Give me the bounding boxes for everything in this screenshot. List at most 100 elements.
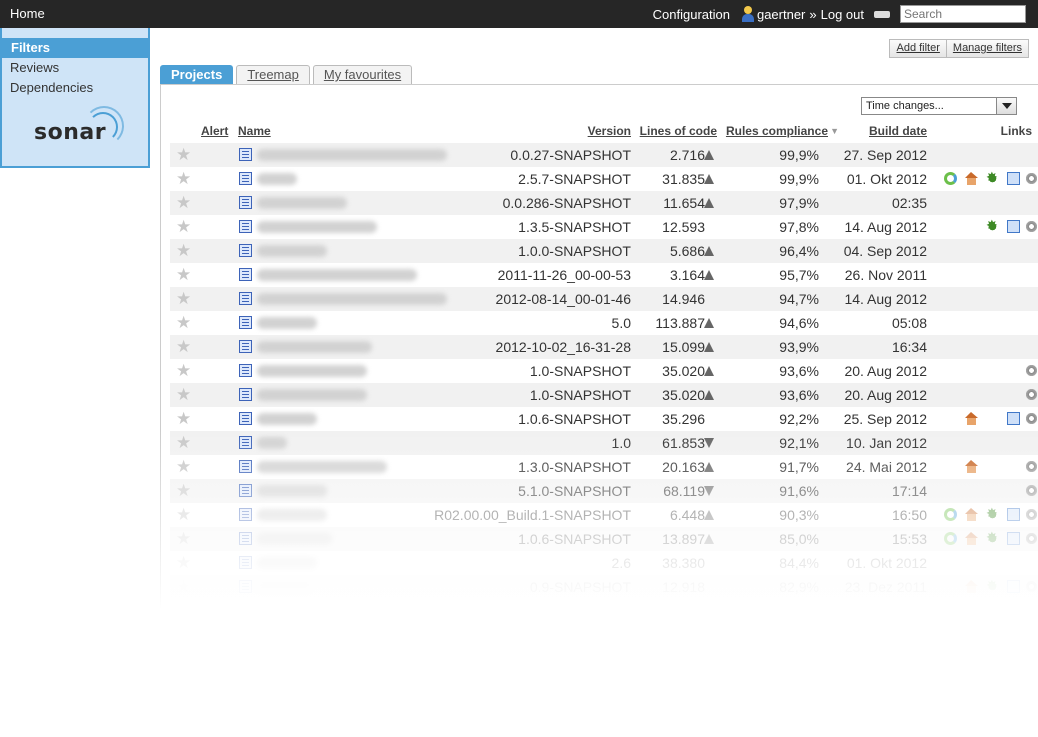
project-details-icon[interactable] <box>239 460 252 473</box>
favourite-star-icon[interactable]: ★ <box>176 554 191 571</box>
table-row[interactable]: ★ 2012-08-14_00-01-46 14.946 94,7% 14. Aug 2… <box>170 287 1038 311</box>
settings-icon[interactable] <box>1025 460 1038 473</box>
favourite-star-icon[interactable]: ★ <box>176 410 191 427</box>
settings-icon[interactable] <box>1025 412 1038 425</box>
homepage-icon[interactable] <box>965 532 978 545</box>
table-row[interactable]: ★ 5.1.0-SNAPSHOT 68.119 91,6% 17:14 <box>170 479 1038 503</box>
favourite-star-icon[interactable]: ★ <box>176 338 191 355</box>
project-name-redacted[interactable] <box>257 197 347 209</box>
project-details-icon[interactable] <box>239 364 252 377</box>
project-details-icon[interactable] <box>239 508 252 521</box>
project-details-icon[interactable] <box>239 340 252 353</box>
table-row[interactable]: ★ 1.0-SNAPSHOT 35.020 93,6% 20. Aug 2012 <box>170 383 1038 407</box>
search-input[interactable] <box>900 5 1026 23</box>
header-name[interactable]: Name <box>238 124 271 138</box>
table-row[interactable]: ★ 1.3.0-SNAPSHOT 20.163 91,7% 24. Mai 2012 <box>170 455 1038 479</box>
favourite-star-icon[interactable]: ★ <box>176 386 191 403</box>
project-details-icon[interactable] <box>239 316 252 329</box>
table-row[interactable]: ★ 2.5.7-SNAPSHOT 31.835 99,9% 01. Okt 2012 <box>170 167 1038 191</box>
favourite-star-icon[interactable]: ★ <box>176 578 191 595</box>
manage-filters-button[interactable]: Manage filters <box>946 39 1029 58</box>
header-version[interactable]: Version <box>588 124 631 138</box>
project-name-redacted[interactable] <box>257 221 377 233</box>
project-details-icon[interactable] <box>239 412 252 425</box>
favourite-star-icon[interactable]: ★ <box>176 458 191 475</box>
project-name-redacted[interactable] <box>257 317 317 329</box>
sidebar-item-filters[interactable]: Filters <box>2 38 148 58</box>
project-name-redacted[interactable] <box>257 461 387 473</box>
project-details-icon[interactable] <box>239 220 252 233</box>
table-row[interactable]: ★ 1.0-SNAPSHOT 35.020 93,6% 20. Aug 2012 <box>170 359 1038 383</box>
project-details-icon[interactable] <box>239 292 252 305</box>
favourite-star-icon[interactable]: ★ <box>176 170 191 187</box>
project-name-redacted[interactable] <box>257 557 317 569</box>
print-icon[interactable] <box>874 7 890 23</box>
project-name-redacted[interactable] <box>257 437 287 449</box>
project-details-icon[interactable] <box>239 172 252 185</box>
table-row[interactable]: ★ 2012-10-02_16-31-28 15.099 93,9% 16:34 <box>170 335 1038 359</box>
settings-icon[interactable] <box>1025 172 1038 185</box>
documentation-icon[interactable] <box>1007 532 1020 545</box>
settings-icon[interactable] <box>1025 388 1038 401</box>
project-details-icon[interactable] <box>239 268 252 281</box>
settings-icon[interactable] <box>1025 508 1038 521</box>
settings-icon[interactable] <box>1025 364 1038 377</box>
home-link[interactable]: Home <box>10 6 45 21</box>
project-name-redacted[interactable] <box>257 581 312 593</box>
favourite-star-icon[interactable]: ★ <box>176 506 191 523</box>
table-row[interactable]: ★ R02.00.00_Build.1-SNAPSHOT 6.448 90,3% 16:… <box>170 503 1038 527</box>
table-row[interactable]: ★ 1.0.6-SNAPSHOT 35.296 92,2% 25. Sep 2012 <box>170 407 1038 431</box>
table-row[interactable]: ★ 1.3.5-SNAPSHOT 12.593 97,8% 14. Aug 2012 <box>170 215 1038 239</box>
favourite-star-icon[interactable]: ★ <box>176 290 191 307</box>
documentation-icon[interactable] <box>1007 172 1020 185</box>
settings-icon[interactable] <box>1025 484 1038 497</box>
sidebar-item-dependencies[interactable]: Dependencies <box>2 78 148 98</box>
favourite-star-icon[interactable]: ★ <box>176 146 191 163</box>
project-details-icon[interactable] <box>239 484 252 497</box>
homepage-icon[interactable] <box>965 412 978 425</box>
table-row[interactable]: ★ 5.0 113.887 94,6% 05:08 <box>170 311 1038 335</box>
project-details-icon[interactable] <box>239 580 252 593</box>
header-build-date[interactable]: Build date <box>869 124 927 138</box>
favourite-star-icon[interactable]: ★ <box>176 242 191 259</box>
table-row[interactable]: ★ 1.0 61.853 92,1% 10. Jan 2012 <box>170 431 1038 455</box>
chevron-down-icon[interactable] <box>996 98 1016 114</box>
project-name-redacted[interactable] <box>257 389 367 401</box>
header-rules-compliance[interactable]: Rules compliance <box>726 124 828 138</box>
tab-my-favourites[interactable]: My favourites <box>312 65 413 84</box>
favourite-star-icon[interactable]: ★ <box>176 530 191 547</box>
favourite-star-icon[interactable]: ★ <box>176 194 191 211</box>
project-name-redacted[interactable] <box>257 509 327 521</box>
table-row[interactable]: ★ 2011-11-26_00-00-53 3.164 95,7% 26. Nov 20… <box>170 263 1038 287</box>
project-details-icon[interactable] <box>239 532 252 545</box>
ci-build-icon[interactable] <box>944 172 957 185</box>
documentation-icon[interactable] <box>1007 220 1020 233</box>
settings-icon[interactable] <box>1025 532 1038 545</box>
username-link[interactable]: gaertner <box>757 7 805 22</box>
header-alert[interactable]: Alert <box>201 124 228 138</box>
table-row[interactable]: ★ 2.6 38.380 84,4% 01. Okt 2012 <box>170 551 1038 575</box>
logout-link[interactable]: Log out <box>821 7 864 22</box>
homepage-icon[interactable] <box>965 460 978 473</box>
table-row[interactable]: ★ 1.0.0-SNAPSHOT 5.686 96,4% 04. Sep 2012 <box>170 239 1038 263</box>
homepage-icon[interactable] <box>965 580 978 593</box>
favourite-star-icon[interactable]: ★ <box>176 314 191 331</box>
settings-icon[interactable] <box>1025 220 1038 233</box>
project-details-icon[interactable] <box>239 148 252 161</box>
project-details-icon[interactable] <box>239 244 252 257</box>
project-details-icon[interactable] <box>239 436 252 449</box>
configuration-link[interactable]: Configuration <box>653 7 730 22</box>
documentation-icon[interactable] <box>1007 412 1020 425</box>
issue-tracker-icon[interactable] <box>986 505 999 521</box>
table-row[interactable]: ★ 1.0.6-SNAPSHOT 13.897 85,0% 15:53 <box>170 527 1038 551</box>
project-details-icon[interactable] <box>239 196 252 209</box>
favourite-star-icon[interactable]: ★ <box>176 362 191 379</box>
add-filter-button[interactable]: Add filter <box>889 39 947 58</box>
project-name-redacted[interactable] <box>257 341 372 353</box>
issue-tracker-icon[interactable] <box>986 529 999 545</box>
sidebar-item-reviews[interactable]: Reviews <box>2 58 148 78</box>
homepage-icon[interactable] <box>965 508 978 521</box>
table-row[interactable]: ★ 0.0.286-SNAPSHOT 11.654 97,9% 02:35 <box>170 191 1038 215</box>
project-name-redacted[interactable] <box>257 533 332 545</box>
tab-projects[interactable]: Projects <box>160 65 234 84</box>
